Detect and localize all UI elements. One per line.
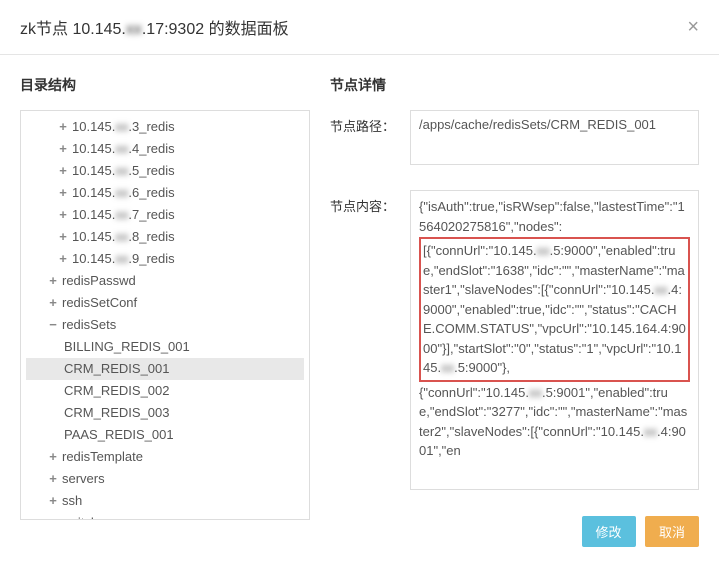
tree-item[interactable]: +10.145.xx.4_redis bbox=[26, 138, 304, 160]
tree-item[interactable]: +switch bbox=[26, 512, 304, 520]
tree-item-label: switch bbox=[62, 515, 98, 520]
tree-container[interactable]: +10.145.xx.3_redis+10.145.xx.4_redis+10.… bbox=[20, 110, 310, 520]
expand-icon[interactable]: + bbox=[56, 226, 70, 248]
tree-item[interactable]: +10.145.xx.8_redis bbox=[26, 226, 304, 248]
expand-icon[interactable]: + bbox=[46, 270, 60, 292]
tree-item[interactable]: +10.145.xx.7_redis bbox=[26, 204, 304, 226]
tree-item[interactable]: +10.145.xx.3_redis bbox=[26, 116, 304, 138]
tree-item[interactable]: BILLING_REDIS_001 bbox=[26, 336, 304, 358]
node-path-input[interactable] bbox=[410, 110, 699, 165]
expand-icon[interactable]: + bbox=[56, 138, 70, 160]
tree-item[interactable]: +redisPasswd bbox=[26, 270, 304, 292]
expand-icon[interactable]: + bbox=[46, 512, 60, 520]
tree-title: 目录结构 bbox=[20, 75, 310, 95]
tree-item[interactable]: CRM_REDIS_002 bbox=[26, 380, 304, 402]
tree-item[interactable]: CRM_REDIS_003 bbox=[26, 402, 304, 424]
expand-icon[interactable]: + bbox=[56, 160, 70, 182]
expand-icon[interactable]: + bbox=[46, 490, 60, 512]
tree-item-label: CRM_REDIS_001 bbox=[64, 361, 170, 376]
dialog-header: zk节点 10.145.xx.17:9302 的数据面板 × bbox=[0, 0, 719, 55]
tree-item-label: redisSetConf bbox=[62, 295, 137, 310]
modify-button[interactable]: 修改 bbox=[582, 516, 636, 547]
tree-item[interactable]: PAAS_REDIS_001 bbox=[26, 424, 304, 446]
dialog-footer: 修改 取消 bbox=[577, 516, 699, 547]
tree-item[interactable]: +servers bbox=[26, 468, 304, 490]
tree-item[interactable]: +ssh bbox=[26, 490, 304, 512]
path-label: 节点路径： bbox=[330, 110, 410, 170]
expand-icon[interactable]: + bbox=[46, 446, 60, 468]
dialog-title: zk节点 10.145.xx.17:9302 的数据面板 bbox=[20, 15, 289, 39]
tree-item-label: servers bbox=[62, 471, 105, 486]
tree-item-label: BILLING_REDIS_001 bbox=[64, 339, 190, 354]
tree-item-label: redisPasswd bbox=[62, 273, 136, 288]
tree-item-label: CRM_REDIS_002 bbox=[64, 383, 170, 398]
close-icon[interactable]: × bbox=[687, 17, 699, 37]
tree-item[interactable]: +10.145.xx.6_redis bbox=[26, 182, 304, 204]
content-label: 节点内容： bbox=[330, 190, 410, 490]
expand-icon[interactable]: + bbox=[46, 292, 60, 314]
collapse-icon[interactable]: − bbox=[46, 314, 60, 336]
node-content-box[interactable]: {"isAuth":true,"isRWsep":false,"lastestT… bbox=[410, 190, 699, 490]
expand-icon[interactable]: + bbox=[46, 468, 60, 490]
expand-icon[interactable]: + bbox=[56, 182, 70, 204]
tree-item[interactable]: +10.145.xx.5_redis bbox=[26, 160, 304, 182]
tree-item[interactable]: +10.145.xx.9_redis bbox=[26, 248, 304, 270]
tree-item-label: redisSets bbox=[62, 317, 116, 332]
detail-title: 节点详情 bbox=[330, 75, 699, 95]
tree-item[interactable]: CRM_REDIS_001 bbox=[26, 358, 304, 380]
tree-item[interactable]: −redisSets bbox=[26, 314, 304, 336]
tree-item-label: PAAS_REDIS_001 bbox=[64, 427, 174, 442]
tree-item-label: redisTemplate bbox=[62, 449, 143, 464]
tree-item[interactable]: +redisSetConf bbox=[26, 292, 304, 314]
tree-item-label: CRM_REDIS_003 bbox=[64, 405, 170, 420]
expand-icon[interactable]: + bbox=[56, 248, 70, 270]
cancel-button[interactable]: 取消 bbox=[645, 516, 699, 547]
tree-item-label: ssh bbox=[62, 493, 82, 508]
expand-icon[interactable]: + bbox=[56, 204, 70, 226]
highlighted-region: [{"connUrl":"10.145.xx.5:9000","enabled"… bbox=[419, 237, 690, 382]
tree-item[interactable]: +redisTemplate bbox=[26, 446, 304, 468]
expand-icon[interactable]: + bbox=[56, 116, 70, 138]
